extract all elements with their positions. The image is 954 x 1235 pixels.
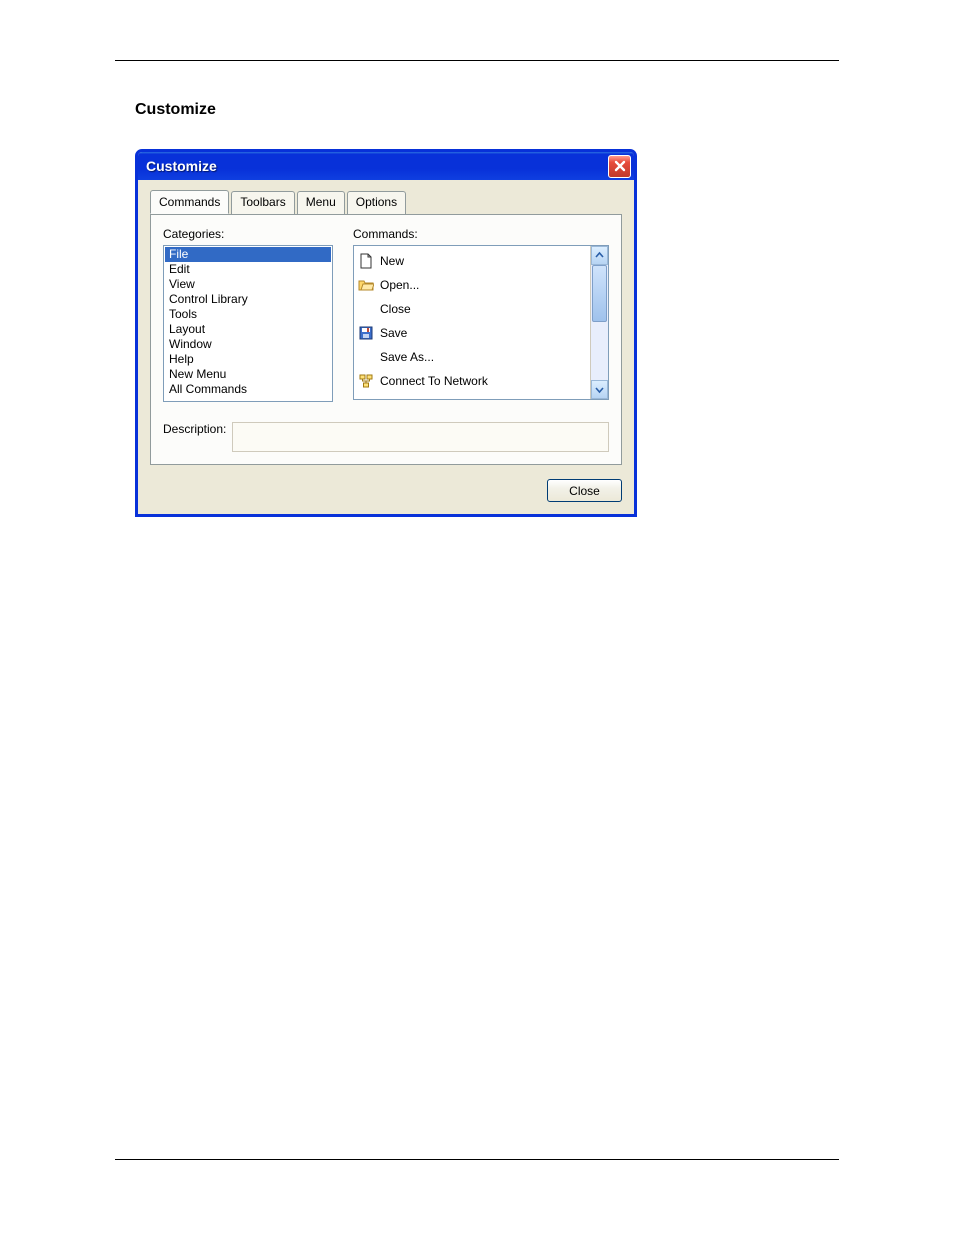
file-new-icon [358, 253, 374, 269]
category-item[interactable]: View [165, 277, 331, 292]
category-item[interactable]: New Menu [165, 367, 331, 382]
command-item[interactable]: Open... [356, 273, 588, 297]
scroll-thumb[interactable] [592, 265, 607, 322]
tab-panel-commands: Categories: File Edit View Control Libra… [150, 214, 622, 465]
titlebar-close-button[interactable] [608, 155, 631, 178]
tab-row: Commands Toolbars Menu Options [150, 190, 622, 214]
tab-toolbars[interactable]: Toolbars [231, 191, 294, 215]
description-label: Description: [163, 422, 226, 436]
categories-label: Categories: [163, 227, 333, 241]
bottom-rule [115, 1159, 839, 1160]
category-item[interactable]: Window [165, 337, 331, 352]
description-box [232, 422, 609, 452]
network-icon [358, 373, 374, 389]
customize-dialog: Customize Commands Toolbars Menu Options… [135, 149, 637, 517]
category-item[interactable]: Control Library [165, 292, 331, 307]
top-rule [115, 60, 839, 61]
category-item[interactable]: Tools [165, 307, 331, 322]
command-item[interactable]: Save As... [356, 345, 588, 369]
command-label: Save [380, 324, 407, 342]
tab-commands[interactable]: Commands [150, 190, 229, 214]
commands-label: Commands: [353, 227, 609, 241]
category-item[interactable]: File [165, 247, 331, 262]
chevron-down-icon [595, 385, 604, 394]
dialog-title: Customize [146, 158, 217, 174]
category-item[interactable]: Layout [165, 322, 331, 337]
categories-listbox[interactable]: File Edit View Control Library Tools Lay… [163, 245, 333, 402]
close-icon [614, 160, 626, 172]
scroll-track[interactable] [591, 265, 608, 380]
command-item[interactable]: Close [356, 297, 588, 321]
category-item[interactable]: Help [165, 352, 331, 367]
chevron-up-icon [595, 251, 604, 260]
command-item[interactable]: New [356, 249, 588, 273]
tab-menu[interactable]: Menu [297, 191, 345, 215]
command-label: Connect To Network [380, 372, 488, 390]
category-item[interactable]: Edit [165, 262, 331, 277]
blank-icon [358, 349, 374, 365]
titlebar[interactable]: Customize [138, 152, 634, 180]
commands-listbox[interactable]: New Open... Close [353, 245, 609, 400]
scroll-up-button[interactable] [591, 246, 608, 265]
close-button[interactable]: Close [547, 479, 622, 502]
commands-scrollbar[interactable] [590, 246, 608, 399]
command-label: Open... [380, 276, 419, 294]
command-item[interactable]: Connect To Network [356, 369, 588, 393]
command-item[interactable]: Save [356, 321, 588, 345]
command-label: New [380, 252, 404, 270]
folder-open-icon [358, 277, 374, 293]
save-icon [358, 325, 374, 341]
command-label: Save As... [380, 348, 434, 366]
tab-options[interactable]: Options [347, 191, 406, 215]
scroll-down-button[interactable] [591, 380, 608, 399]
category-item[interactable]: All Commands [165, 382, 331, 397]
dialog-body: Commands Toolbars Menu Options Categorie… [138, 180, 634, 514]
command-label: Close [380, 300, 411, 318]
section-heading: Customize [135, 101, 839, 119]
blank-icon [358, 301, 374, 317]
